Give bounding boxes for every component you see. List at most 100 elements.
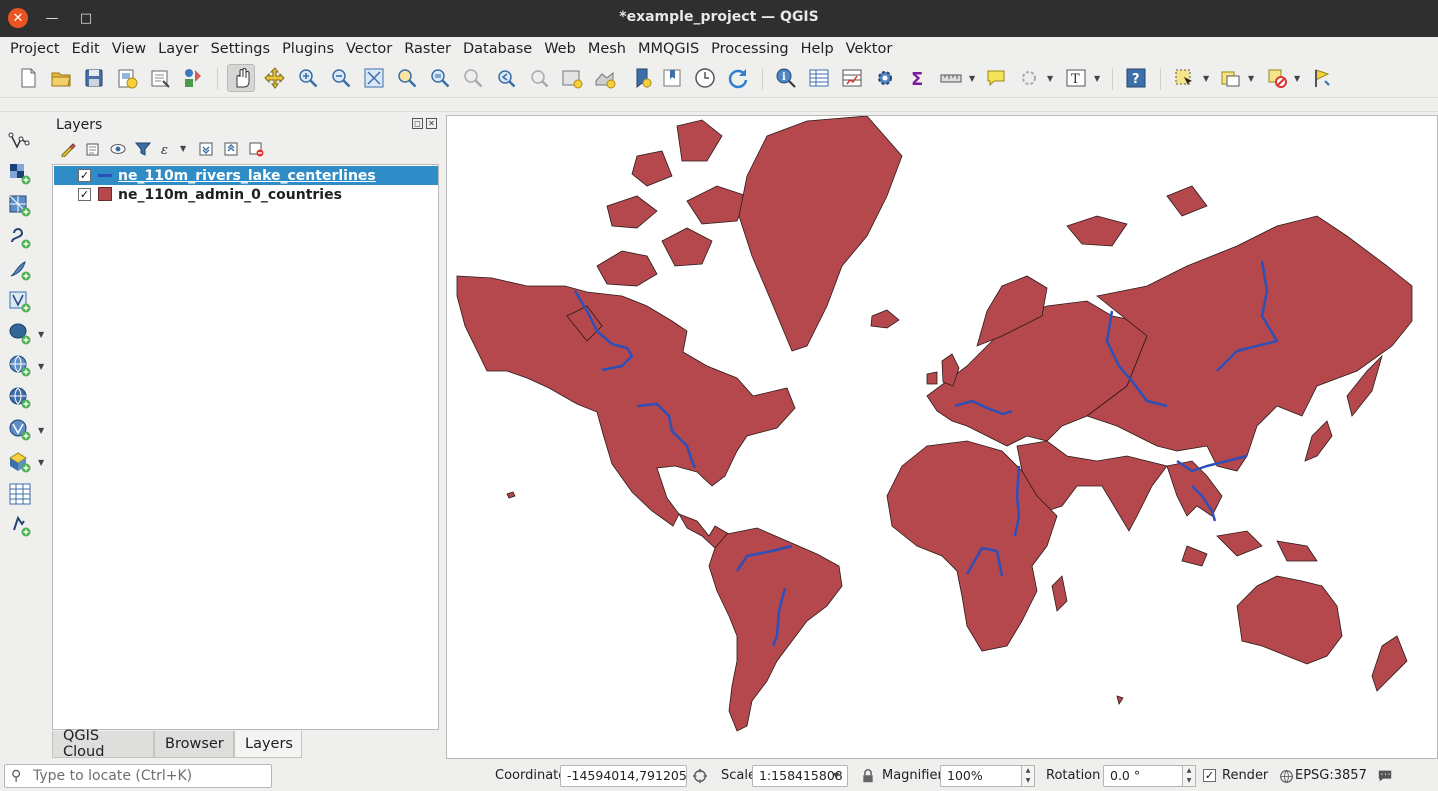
temporal-controller-icon[interactable] xyxy=(691,64,719,92)
menu-vector[interactable]: Vector xyxy=(340,41,398,57)
add-wms-layer-icon[interactable] xyxy=(6,352,34,380)
menu-web[interactable]: Web xyxy=(538,41,582,57)
filter-dropdown-icon[interactable]: ▼ xyxy=(180,144,186,153)
menu-plugins[interactable]: Plugins xyxy=(276,41,340,57)
filter-by-expression-icon[interactable]: ε xyxy=(158,139,178,159)
layer-row-rivers[interactable]: ✓ ne_110m_rivers_lake_centerlines xyxy=(54,166,438,185)
rotation-field[interactable]: 0.0 ° xyxy=(1103,765,1183,787)
svg-text:ε: ε xyxy=(161,143,168,157)
zoom-last-icon[interactable] xyxy=(492,64,520,92)
menu-vektor[interactable]: Vektor xyxy=(840,41,899,57)
show-spatial-bookmarks-icon[interactable] xyxy=(658,64,686,92)
tab-browser[interactable]: Browser xyxy=(154,731,234,758)
pan-to-selected-icon[interactable] xyxy=(1308,64,1336,92)
scale-dropdown-icon[interactable]: ▼ xyxy=(833,771,839,780)
manage-map-themes-icon[interactable] xyxy=(108,139,128,159)
add-table-icon[interactable] xyxy=(6,512,34,540)
tab-qgis-cloud[interactable]: QGIS Cloud xyxy=(52,728,154,760)
deselect-features-icon[interactable] xyxy=(1263,64,1291,92)
text-annotation-icon[interactable]: T xyxy=(1062,64,1090,92)
add-postgis-layer-icon[interactable] xyxy=(6,320,34,348)
menu-raster[interactable]: Raster xyxy=(398,41,457,57)
layout-manager-icon[interactable] xyxy=(146,64,174,92)
magnifier-spinner[interactable]: ▲ ▼ xyxy=(1021,765,1035,787)
crs-globe-icon[interactable] xyxy=(1277,767,1295,785)
zoom-to-layer-icon[interactable] xyxy=(426,64,454,92)
zoom-to-selection-icon[interactable] xyxy=(393,64,421,92)
show-map-tips-icon[interactable] xyxy=(1015,64,1043,92)
lock-scale-icon[interactable] xyxy=(859,767,877,785)
menu-settings[interactable]: Settings xyxy=(205,41,276,57)
new-project-icon[interactable] xyxy=(14,64,42,92)
add-vector-tile-icon[interactable] xyxy=(6,416,34,444)
data-source-manager-icon[interactable] xyxy=(6,128,34,156)
open-layer-styling-icon[interactable] xyxy=(58,139,78,159)
add-group-icon[interactable] xyxy=(83,139,103,159)
add-wfs-layer-icon[interactable] xyxy=(6,384,34,412)
processing-toolbox-icon[interactable] xyxy=(871,64,899,92)
zoom-next-icon[interactable] xyxy=(525,64,553,92)
toggle-extents-icon[interactable] xyxy=(691,767,709,785)
statistical-summary-icon[interactable]: Σ xyxy=(904,64,932,92)
zoom-native-resolution-icon[interactable] xyxy=(459,64,487,92)
layer-visibility-checkbox[interactable]: ✓ xyxy=(78,188,91,201)
pan-to-selection-icon[interactable] xyxy=(261,64,289,92)
map-tips-icon[interactable] xyxy=(982,64,1010,92)
filter-legend-icon[interactable] xyxy=(133,139,153,159)
render-checkbox[interactable]: ✓ xyxy=(1203,769,1216,782)
open-attribute-table-icon[interactable] xyxy=(805,64,833,92)
float-panel-button[interactable]: ◻ xyxy=(412,118,423,129)
add-delimited-text-icon[interactable] xyxy=(6,224,34,252)
identify-features-icon[interactable]: i xyxy=(772,64,800,92)
menu-processing[interactable]: Processing xyxy=(705,41,794,57)
help-icon[interactable]: ? xyxy=(1122,64,1150,92)
create-layer-icon[interactable] xyxy=(6,480,34,508)
menu-layer[interactable]: Layer xyxy=(152,41,204,57)
tab-layers[interactable]: Layers xyxy=(234,731,302,758)
style-manager-icon[interactable] xyxy=(179,64,207,92)
add-mesh-layer-icon[interactable] xyxy=(6,192,34,220)
refresh-icon[interactable] xyxy=(724,64,752,92)
locator-bar[interactable]: ⚲ xyxy=(4,764,272,788)
save-project-icon[interactable] xyxy=(80,64,108,92)
menu-help[interactable]: Help xyxy=(795,41,840,57)
layer-visibility-checkbox[interactable]: ✓ xyxy=(78,169,91,182)
add-spatialite-layer-icon[interactable] xyxy=(6,256,34,284)
remove-layer-icon[interactable] xyxy=(246,139,266,159)
magnifier-field[interactable]: 100% xyxy=(940,765,1022,787)
add-virtual-layer-icon[interactable] xyxy=(6,288,34,316)
menu-database[interactable]: Database xyxy=(457,41,538,57)
new-print-layout-icon[interactable] xyxy=(113,64,141,92)
measure-line-icon[interactable] xyxy=(937,64,965,92)
close-panel-button[interactable]: ✕ xyxy=(426,118,437,129)
zoom-full-icon[interactable] xyxy=(360,64,388,92)
menu-project[interactable]: Project xyxy=(4,41,66,57)
country-shape xyxy=(1181,545,1208,567)
expand-all-icon[interactable] xyxy=(196,139,216,159)
add-arcgis-layer-icon[interactable] xyxy=(6,448,34,476)
rotation-spinner[interactable]: ▲ ▼ xyxy=(1182,765,1196,787)
country-shape xyxy=(676,119,723,162)
new-3d-map-view-icon[interactable] xyxy=(591,64,619,92)
layer-row-countries[interactable]: ✓ ne_110m_admin_0_countries xyxy=(54,185,438,204)
new-spatial-bookmark-icon[interactable] xyxy=(628,64,656,92)
zoom-in-icon[interactable] xyxy=(294,64,322,92)
locator-input[interactable] xyxy=(33,767,267,785)
add-raster-layer-icon[interactable] xyxy=(6,160,34,188)
crs-label[interactable]: EPSG:3857 xyxy=(1295,768,1367,783)
open-project-icon[interactable] xyxy=(47,64,75,92)
collapse-all-icon[interactable] xyxy=(221,139,241,159)
menu-mesh[interactable]: Mesh xyxy=(582,41,632,57)
map-canvas[interactable] xyxy=(446,115,1438,759)
coordinate-field[interactable]: -14594014,7912058 xyxy=(560,765,687,787)
pan-map-icon[interactable] xyxy=(227,64,255,92)
select-by-expression-icon[interactable] xyxy=(1216,64,1244,92)
menu-view[interactable]: View xyxy=(106,41,152,57)
messages-icon[interactable] xyxy=(1376,767,1394,785)
menu-edit[interactable]: Edit xyxy=(66,41,106,57)
menu-mmqgis[interactable]: MMQGIS xyxy=(632,41,705,57)
new-map-view-icon[interactable] xyxy=(558,64,586,92)
open-field-calculator-icon[interactable] xyxy=(838,64,866,92)
zoom-out-icon[interactable] xyxy=(327,64,355,92)
select-features-icon[interactable] xyxy=(1170,64,1198,92)
